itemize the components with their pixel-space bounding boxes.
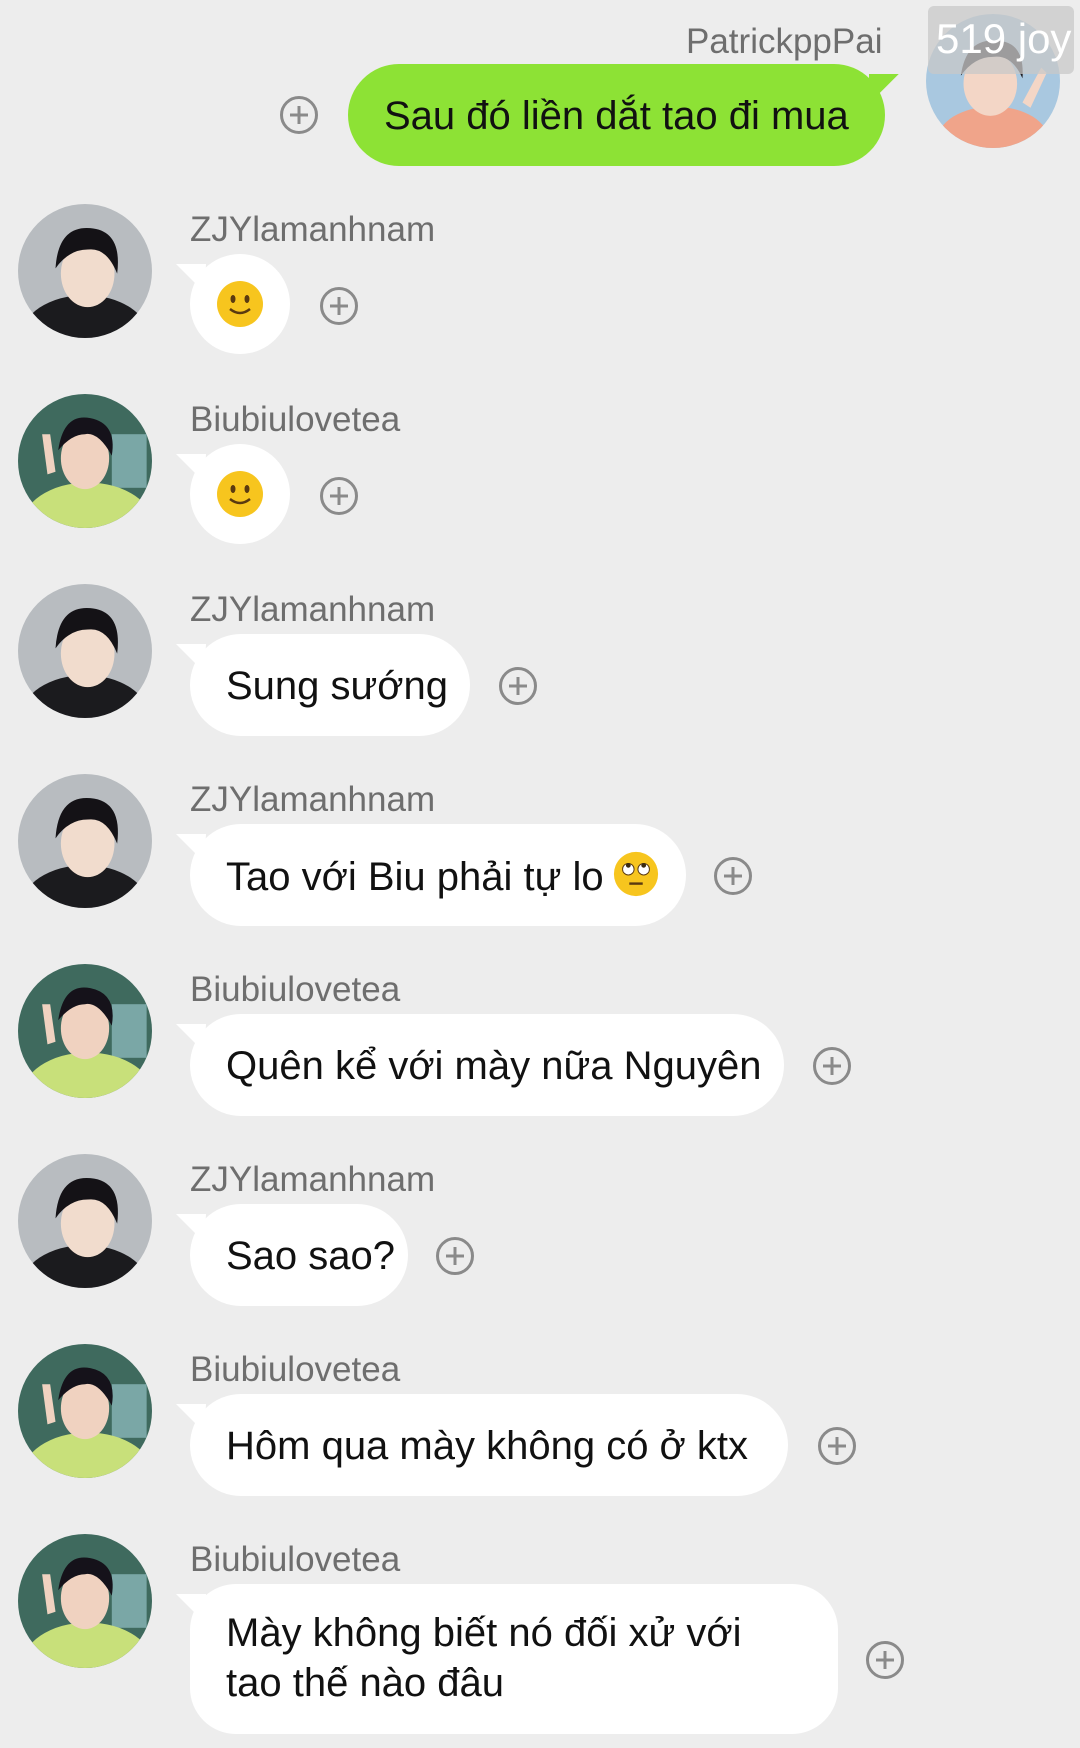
message-bubble[interactable]: Quên kể với mày nữa Nguyên <box>190 1014 784 1116</box>
avatar-biubiulovetea[interactable] <box>18 1344 152 1478</box>
sender-name: ZJYlamanhnam <box>190 780 436 819</box>
sender-name-self: PatrickppPai <box>686 22 883 61</box>
sender-name: ZJYlamanhnam <box>190 210 436 249</box>
message-bubble[interactable]: Mày không biết nó đối xử với tao thế nào… <box>190 1584 838 1734</box>
message-text: Tao với Biu phải tự lo <box>226 855 604 899</box>
add-reaction-icon[interactable] <box>866 1641 904 1679</box>
avatar-zjylamanhnam[interactable] <box>18 204 152 338</box>
sender-name: Biubiulovetea <box>190 1350 401 1389</box>
sender-name: Biubiulovetea <box>190 400 401 439</box>
watermark-text: 519 joy <box>936 15 1072 62</box>
add-reaction-icon[interactable] <box>813 1047 851 1085</box>
add-reaction-icon[interactable] <box>320 477 358 515</box>
message-bubble-self[interactable]: Sau đó liền dắt tao đi mua <box>348 64 885 166</box>
avatar-zjylamanhnam[interactable] <box>18 774 152 908</box>
avatar-biubiulovetea[interactable] <box>18 964 152 1098</box>
avatar-biubiulovetea[interactable] <box>18 394 152 528</box>
rolling-eyes-face-icon <box>613 851 658 897</box>
avatar-zjylamanhnam[interactable] <box>18 584 152 718</box>
add-reaction-icon[interactable] <box>436 1237 474 1275</box>
message-bubble[interactable]: Tao với Biu phải tự lo <box>190 824 686 926</box>
add-reaction-icon[interactable] <box>280 96 318 134</box>
add-reaction-icon[interactable] <box>499 667 537 705</box>
slightly-smiling-face-icon <box>217 471 263 517</box>
message-bubble[interactable]: Sao sao? <box>190 1204 408 1306</box>
sender-name: ZJYlamanhnam <box>190 590 436 629</box>
add-reaction-icon[interactable] <box>714 857 752 895</box>
sender-name: Biubiulovetea <box>190 1540 401 1579</box>
sender-name: Biubiulovetea <box>190 970 401 1009</box>
message-bubble[interactable]: Sung sướng <box>190 634 470 736</box>
add-reaction-icon[interactable] <box>818 1427 856 1465</box>
sender-name: ZJYlamanhnam <box>190 1160 436 1199</box>
watermark: 519 joy <box>928 6 1074 74</box>
slightly-smiling-face-icon <box>217 281 263 327</box>
add-reaction-icon[interactable] <box>320 287 358 325</box>
message-bubble[interactable] <box>190 254 290 354</box>
avatar-zjylamanhnam[interactable] <box>18 1154 152 1288</box>
avatar-biubiulovetea[interactable] <box>18 1534 152 1668</box>
message-bubble[interactable] <box>190 444 290 544</box>
message-bubble[interactable]: Hôm qua mày không có ở ktx <box>190 1394 788 1496</box>
